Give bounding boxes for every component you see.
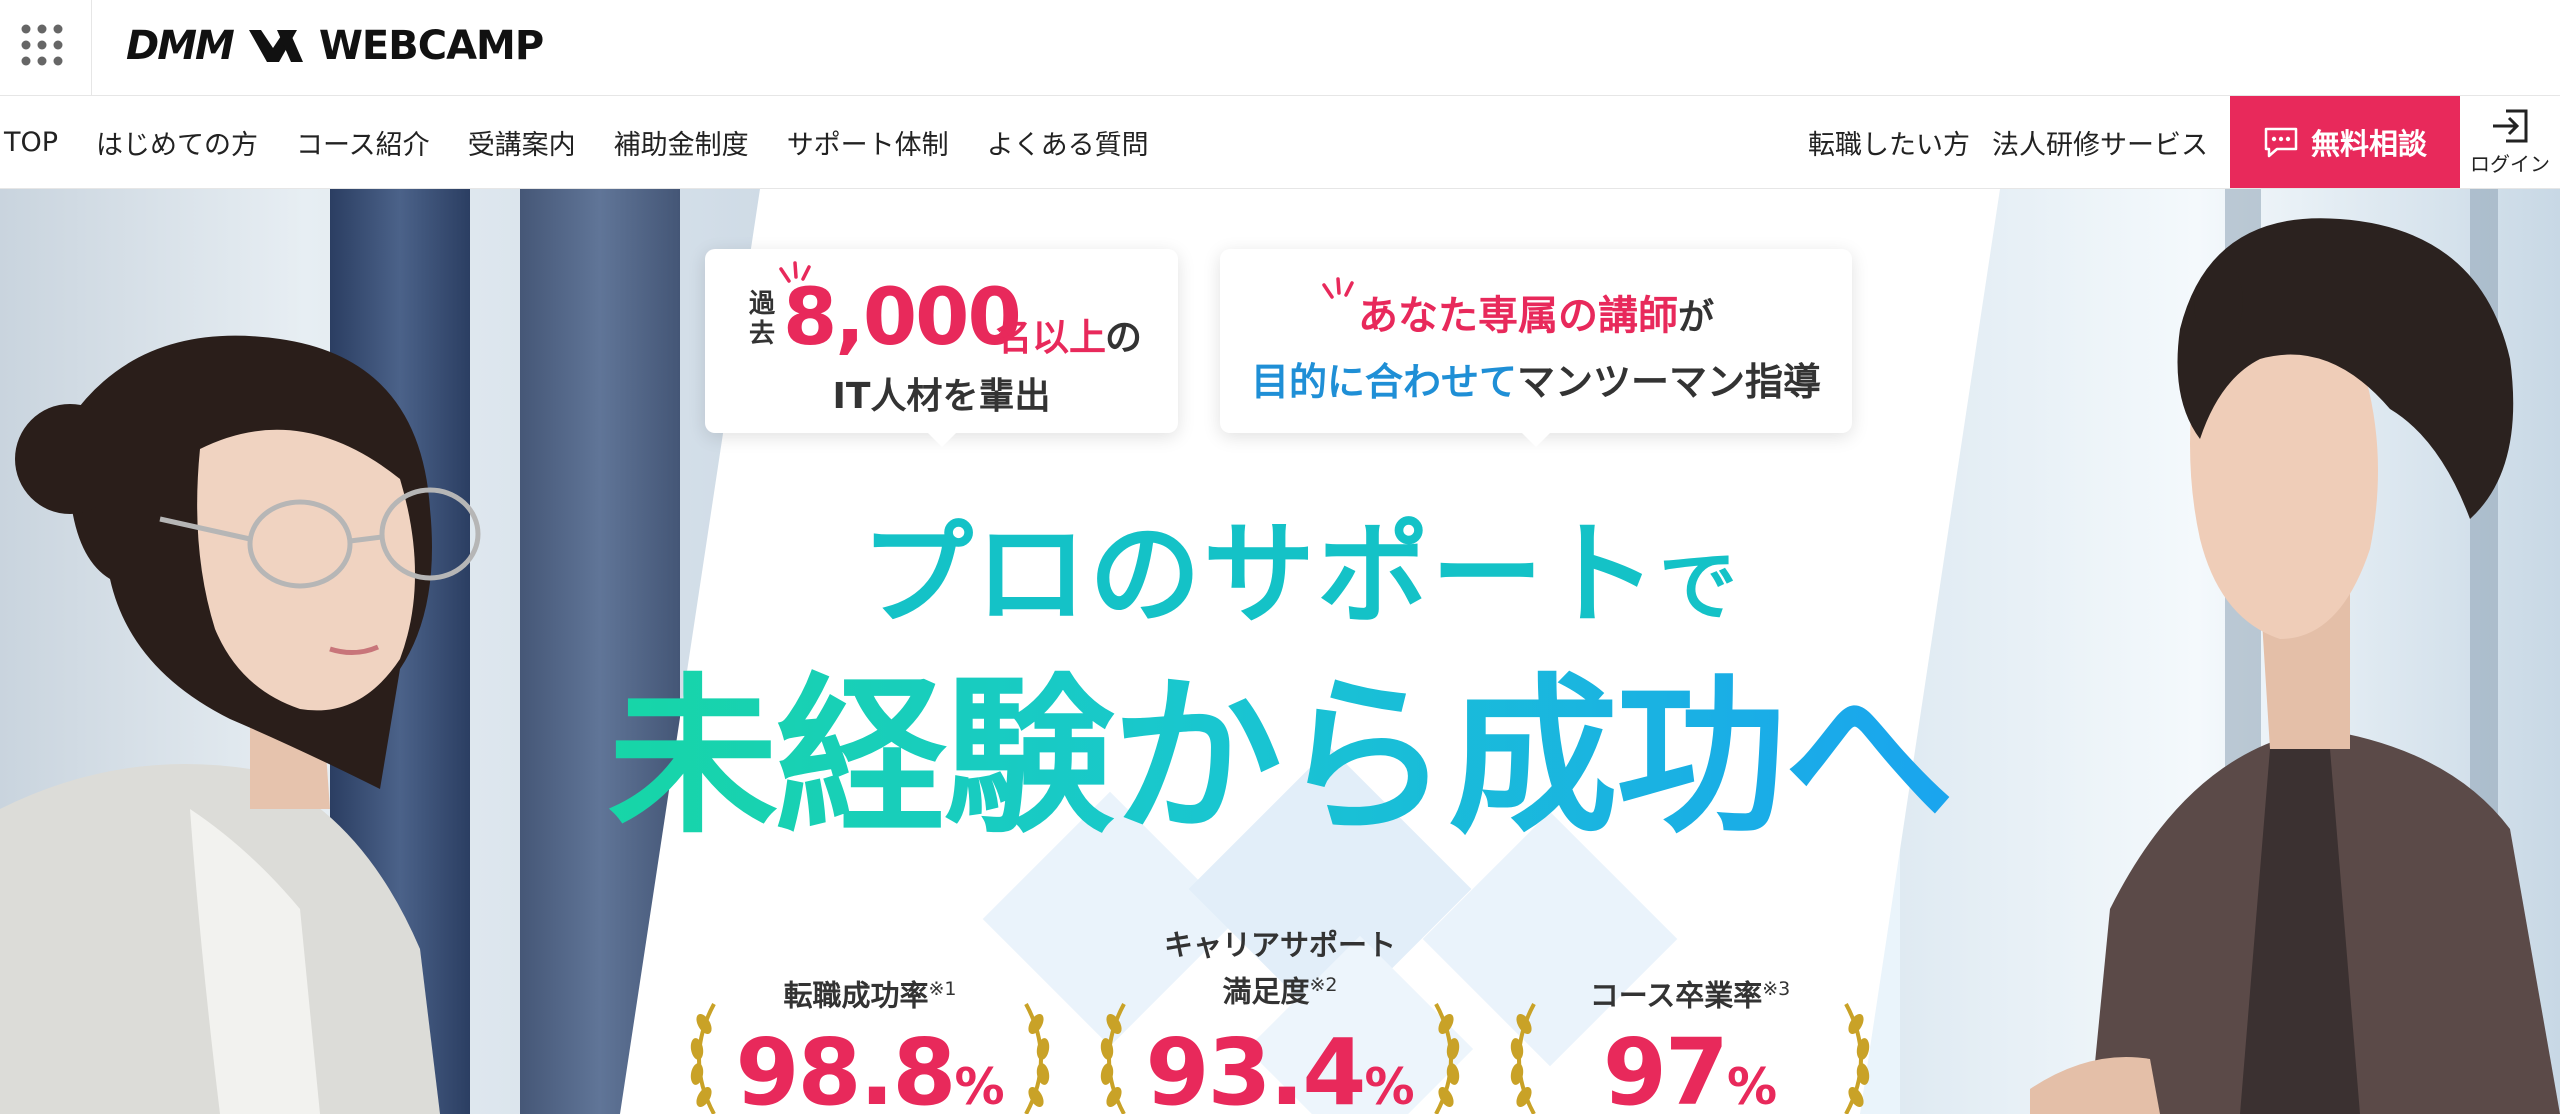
instructor-callout-line1: あなた専属の講師が <box>1220 283 1852 341</box>
stat-number: 93.4 <box>1145 1019 1366 1114</box>
dedicated-instructor-callout: あなた専属の講師が 目的に合わせてマンツーマン指導 <box>1220 249 1852 447</box>
top-bar: DMM WEBCAMP <box>0 0 2560 96</box>
man-photo <box>2030 189 2560 1114</box>
login-button[interactable]: ログイン <box>2460 96 2560 188</box>
stat-footnote-mark: ※3 <box>1762 978 1791 1000</box>
main-nav: TOP はじめての方 コース紹介 受講案内 補助金制度 サポート体制 よくある質… <box>0 96 2560 189</box>
free-consultation-label: 無料相談 <box>2310 127 2427 161</box>
instructor-highlight: あなた専属の講師 <box>1357 293 1678 339</box>
login-label: ログイン <box>2470 151 2550 176</box>
woman-photo <box>0 249 620 1114</box>
chat-bubble-icon <box>2264 127 2298 158</box>
stat-label: コース卒業率※3 <box>1500 969 1880 1016</box>
app-grid-icon[interactable] <box>20 23 64 67</box>
stat-course-completion: コース卒業率※3 97% <box>1500 909 1880 1114</box>
nav-item-faq[interactable]: よくある質問 <box>987 123 1149 162</box>
hero-section: 過去 8,000 名以上 の IT人材を輩出 あなた専属の講師が 目的に合わせて… <box>0 189 2560 1114</box>
stat-label: キャリアサポート 満足度※2 <box>1090 925 1470 1012</box>
one-on-one-text: マンツーマン指導 <box>1517 360 1822 404</box>
nav-item-subsidy[interactable]: 補助金制度 <box>614 123 749 162</box>
instructor-suffix: が <box>1677 297 1714 338</box>
site-logo[interactable]: DMM WEBCAMP <box>126 18 544 74</box>
purpose-highlight: 目的に合わせて <box>1250 360 1517 404</box>
nav-item-courses[interactable]: コース紹介 <box>296 123 430 162</box>
nav-item-support[interactable]: サポート体制 <box>787 123 949 162</box>
stat-unit: % <box>1364 1058 1415 1114</box>
alumni-count-particle: の <box>1105 316 1142 359</box>
alumni-count-number: 8,000 <box>783 273 1022 363</box>
logo-webcamp-text: WEBCAMP <box>318 23 544 69</box>
stat-label-text: コース卒業率 <box>1589 978 1763 1013</box>
alumni-count-unit: 名以上 <box>995 316 1106 359</box>
stat-value: 93.4% <box>1090 1019 1470 1114</box>
logo-dmm-text: DMM <box>126 23 235 69</box>
divider <box>91 0 92 95</box>
alumni-count-caption: IT人材を輩出 <box>832 376 1051 417</box>
alumni-count-callout: 過去 8,000 名以上 の IT人材を輩出 <box>705 249 1178 447</box>
stat-label-text: 転職成功率 <box>783 978 929 1013</box>
stat-career-support-satisfaction: キャリアサポート 満足度※2 93.4% <box>1090 909 1470 1114</box>
stat-label: 転職成功率※1 <box>680 969 1060 1016</box>
stat-footnote-mark: ※2 <box>1309 974 1338 996</box>
stat-label-text: 満足度 <box>1222 974 1310 1009</box>
callout-prefix-vertical: 過去 <box>749 289 776 349</box>
login-icon <box>2493 109 2528 142</box>
nav-item-enrollment[interactable]: 受講案内 <box>468 123 576 162</box>
nav-item-top[interactable]: TOP <box>4 127 58 158</box>
stat-number: 98.8 <box>735 1019 956 1114</box>
nav-item-beginners[interactable]: はじめての方 <box>96 123 258 162</box>
stat-unit: % <box>1726 1058 1778 1114</box>
nav-left-group: TOP はじめての方 コース紹介 受講案内 補助金制度 サポート体制 よくある質… <box>4 96 1149 188</box>
stat-unit: % <box>954 1058 1005 1114</box>
stat-value: 98.8% <box>680 1019 1060 1114</box>
nav-item-career-change[interactable]: 転職したい方 <box>1808 123 1970 162</box>
nav-item-corporate[interactable]: 法人研修サービス <box>1992 123 2208 162</box>
nav-right-group: 転職したい方 法人研修サービス 無料相談 ログイン <box>1808 96 2560 188</box>
hero-headline: 未経験から成功へ <box>600 619 1960 865</box>
free-consultation-button[interactable]: 無料相談 <box>2230 96 2460 188</box>
stat-footnote-mark: ※1 <box>928 978 957 1000</box>
instructor-callout-line2: 目的に合わせてマンツーマン指導 <box>1220 351 1852 406</box>
stat-label-line1: キャリアサポート <box>1163 928 1396 962</box>
stat-value: 97% <box>1500 1019 1880 1114</box>
stat-number: 97 <box>1602 1019 1729 1114</box>
stat-job-change-success: 転職成功率※1 98.8% <box>680 909 1060 1114</box>
logo-mark-icon <box>247 28 305 64</box>
